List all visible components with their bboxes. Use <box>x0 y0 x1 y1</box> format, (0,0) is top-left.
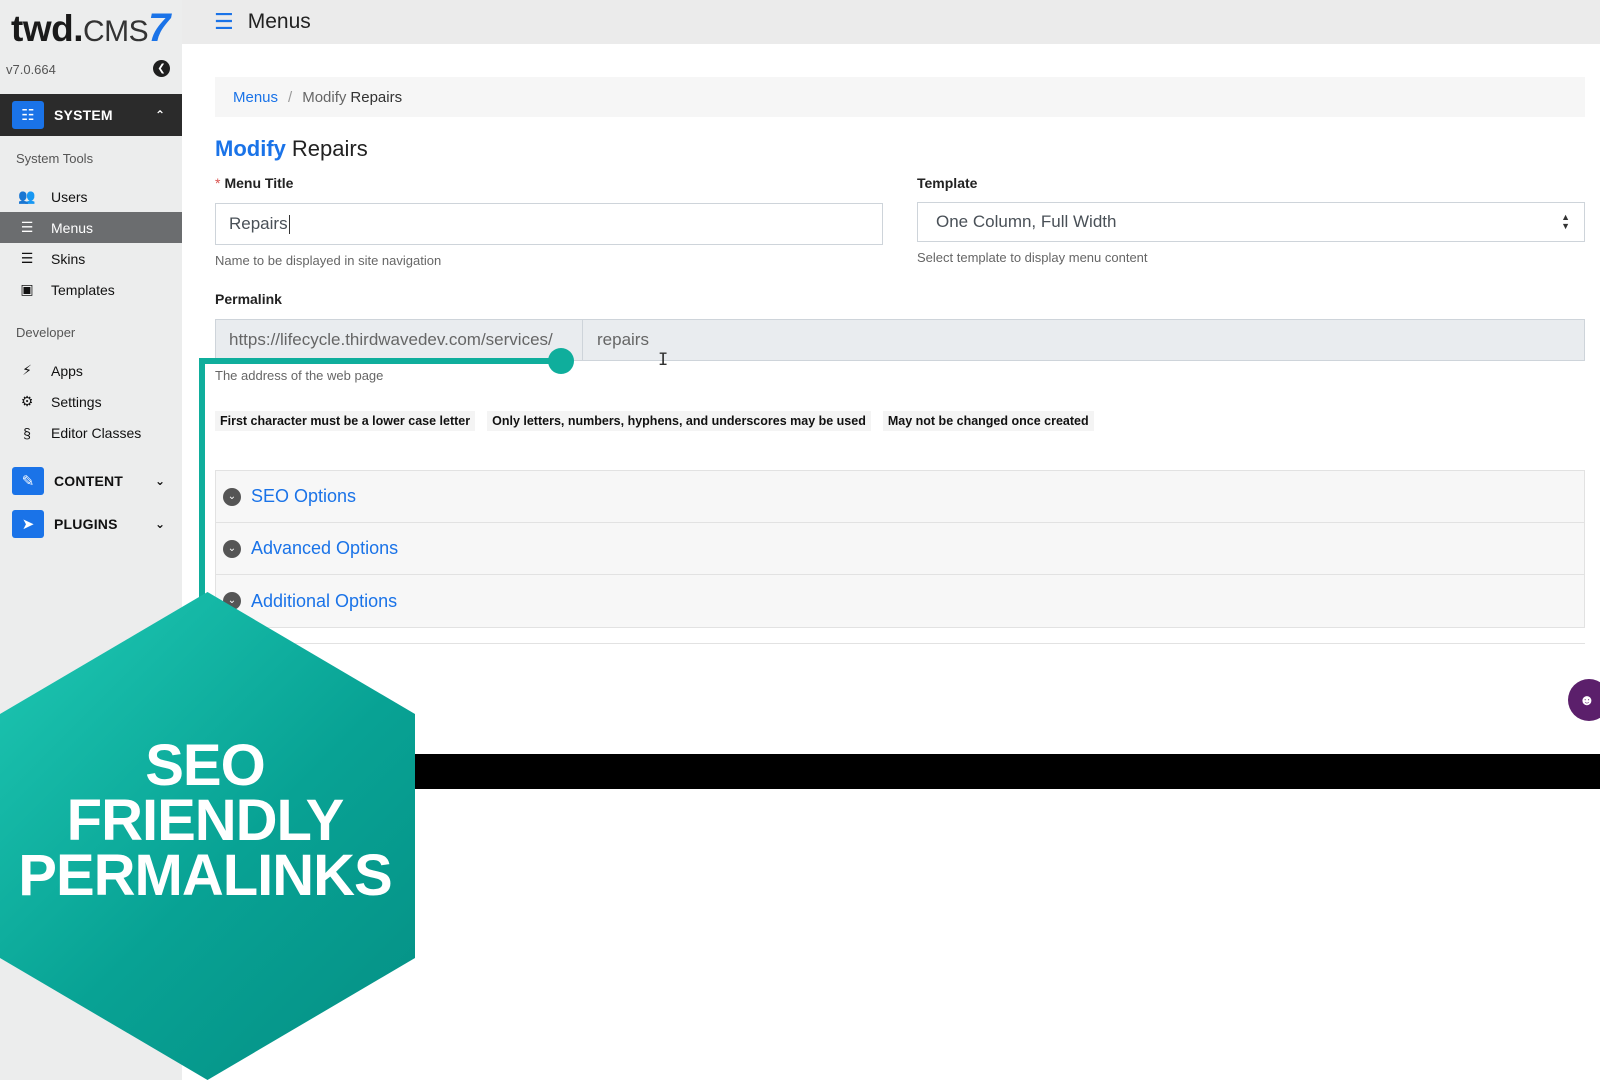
callout-dot <box>548 348 574 374</box>
promo-hexagon-text: SEO FRIENDLY PERMALINKS <box>18 733 392 908</box>
